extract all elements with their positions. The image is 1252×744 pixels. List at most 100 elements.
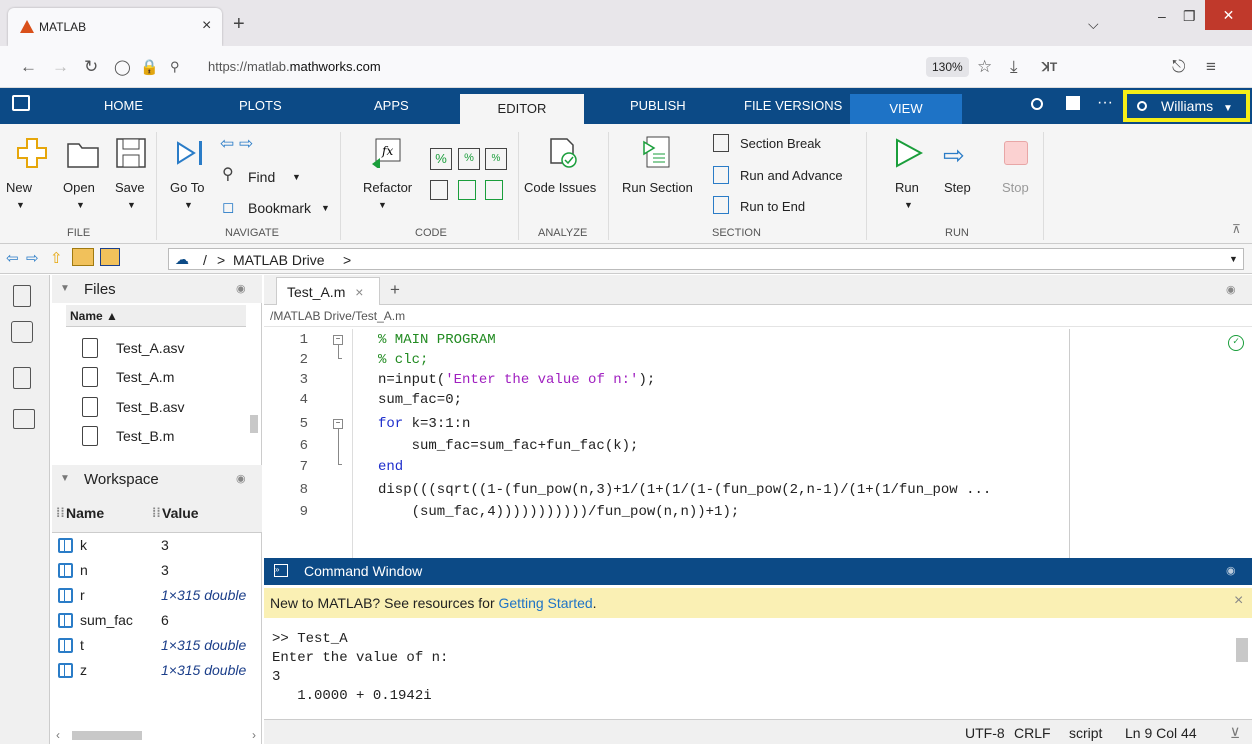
value-column-header[interactable]: Value	[162, 505, 199, 521]
fold-icon[interactable]: −	[333, 335, 343, 345]
cursor-position-status[interactable]: Ln 9 Col 44	[1125, 725, 1197, 741]
browser-tab[interactable]: MATLAB ×	[8, 8, 222, 46]
editor-tab[interactable]: Test_A.m ×	[276, 277, 380, 305]
more-icon[interactable]: ···	[1097, 94, 1113, 112]
fold-icon[interactable]: −	[333, 419, 343, 429]
scroll-left-icon[interactable]: ‹	[56, 728, 60, 742]
matlab-window-icon[interactable]	[12, 95, 30, 111]
tab-editor[interactable]: EDITOR	[460, 94, 584, 124]
table-row[interactable]: r 1×315 double	[52, 584, 262, 608]
close-icon[interactable]: ×	[355, 284, 363, 300]
path-forward-icon[interactable]: ⇨	[26, 249, 39, 267]
table-row[interactable]: n3	[52, 559, 262, 583]
run-section-button[interactable]: Run Section	[622, 180, 693, 195]
editor-menu-icon[interactable]: ◉	[1226, 283, 1236, 296]
smart-indent-icon[interactable]	[430, 180, 448, 200]
find-dropdown-icon[interactable]: ▼	[292, 172, 301, 182]
path-back-icon[interactable]: ⇦	[6, 249, 19, 267]
command-history-icon[interactable]	[13, 409, 35, 429]
find-icon[interactable]: ⚲	[222, 164, 234, 184]
zoom-badge[interactable]: 130%	[926, 57, 969, 77]
save-icon[interactable]	[116, 138, 146, 171]
path-root[interactable]: /	[203, 252, 207, 268]
minimize-button[interactable]: –	[1158, 8, 1166, 24]
tab-apps[interactable]: APPS	[374, 98, 409, 113]
save-button[interactable]: Save	[115, 180, 145, 195]
increase-indent-icon[interactable]	[458, 180, 476, 200]
workspace-panel-icon[interactable]	[11, 321, 33, 343]
go-to-icon[interactable]	[175, 138, 209, 171]
bookmark-icon[interactable]: ◻	[222, 198, 234, 216]
close-banner-icon[interactable]: ×	[1234, 592, 1243, 610]
refactor-dropdown-icon[interactable]: ▼	[378, 200, 387, 210]
open-folder-icon[interactable]	[67, 140, 99, 171]
download-icon[interactable]: ⤓	[1010, 57, 1018, 77]
refactor-button[interactable]: Refactor	[363, 180, 412, 195]
go-to-button[interactable]: Go To	[170, 180, 204, 195]
new-tab-button[interactable]: +	[233, 13, 245, 36]
permissions-icon[interactable]: ⚲	[170, 59, 180, 75]
section-break-icon[interactable]	[713, 134, 729, 152]
maximize-button[interactable]: ❐	[1183, 8, 1196, 25]
url-bar[interactable]: https://matlab.mathworks.com	[208, 59, 381, 74]
search-icon[interactable]	[1031, 98, 1043, 110]
share-icon[interactable]: ⎋	[1172, 57, 1185, 77]
path-drive[interactable]: MATLAB Drive	[233, 252, 325, 268]
getting-started-link[interactable]: Getting Started	[499, 595, 593, 611]
tab-file-versions[interactable]: FILE VERSIONS	[744, 98, 842, 113]
code-area[interactable]: − − 1 % MAIN PROGRAM 2 % clc; 3 n=input('En…	[264, 329, 1252, 558]
step-button[interactable]: Step	[944, 180, 971, 195]
code-analyzer-ok-icon[interactable]: ✓	[1228, 335, 1244, 351]
open-button[interactable]: Open	[63, 180, 95, 195]
refactor-icon[interactable]: fx	[370, 138, 404, 171]
command-window-menu-icon[interactable]: ◉	[1226, 564, 1236, 577]
new-folder-icon[interactable]	[72, 248, 94, 266]
reload-icon[interactable]: ↻	[84, 57, 98, 77]
section-break-button[interactable]: Section Break	[740, 136, 821, 151]
run-to-end-button[interactable]: Run to End	[740, 199, 805, 214]
back-icon[interactable]: ←	[20, 57, 37, 77]
shield-icon[interactable]: ◯	[114, 58, 131, 76]
tab-view[interactable]: VIEW	[850, 94, 962, 124]
run-advance-button[interactable]: Run and Advance	[740, 168, 843, 183]
table-row[interactable]: sum_fac 6	[52, 609, 262, 633]
list-tabs-icon[interactable]: ⌵	[1088, 16, 1099, 33]
user-menu[interactable]: Williams ▼	[1123, 90, 1250, 122]
new-file-tab-button[interactable]: +	[390, 280, 400, 300]
bookmark-dropdown-icon[interactable]: ▼	[321, 203, 330, 213]
lock-icon[interactable]: 🔒	[140, 58, 159, 76]
collapse-icon[interactable]: ▼	[60, 473, 70, 484]
name-column-header[interactable]: Name	[66, 505, 104, 521]
up-folder-icon[interactable]: ⇧	[50, 249, 63, 267]
collapse-icon[interactable]: ▼	[60, 283, 70, 294]
wrap-comment-icon[interactable]: %	[485, 148, 507, 170]
decrease-indent-icon[interactable]	[485, 180, 503, 200]
go-to-dropdown-icon[interactable]: ▼	[184, 200, 193, 210]
uncomment-icon[interactable]: %	[458, 148, 480, 170]
run-icon[interactable]	[895, 138, 924, 171]
panel-menu-icon[interactable]: ◉	[236, 282, 246, 295]
files-scrollbar[interactable]	[250, 415, 258, 433]
collapse-ribbon-icon[interactable]: ⊼	[1232, 222, 1241, 236]
run-section-icon[interactable]	[643, 136, 673, 171]
status-menu-icon[interactable]: ⊻	[1230, 725, 1240, 742]
back-forward-icon[interactable]: ⇦ ⇨	[220, 134, 253, 154]
comment-icon[interactable]: %	[430, 148, 452, 170]
new-button[interactable]: New	[6, 180, 32, 195]
stop-icon[interactable]	[1004, 141, 1028, 165]
find-files-icon[interactable]	[13, 367, 31, 389]
menu-icon[interactable]: ≡	[1206, 57, 1216, 77]
tab-home[interactable]: HOME	[104, 98, 143, 113]
table-row[interactable]: k3	[52, 534, 262, 558]
tab-close-button[interactable]: ×	[202, 17, 211, 35]
save-dropdown-icon[interactable]: ▼	[127, 200, 136, 210]
open-dropdown-icon[interactable]: ▼	[76, 200, 85, 210]
new-icon[interactable]	[17, 138, 47, 168]
save-all-icon[interactable]	[1066, 96, 1080, 110]
encoding-status[interactable]: UTF-8	[965, 725, 1005, 741]
run-advance-icon[interactable]	[713, 166, 729, 184]
star-icon[interactable]: ☆	[977, 57, 992, 77]
command-output[interactable]: >> Test_A Enter the value of n: 3 1.0000…	[272, 630, 448, 706]
table-row[interactable]: t 1×315 double	[52, 634, 262, 658]
scroll-right-icon[interactable]: ›	[252, 728, 256, 742]
